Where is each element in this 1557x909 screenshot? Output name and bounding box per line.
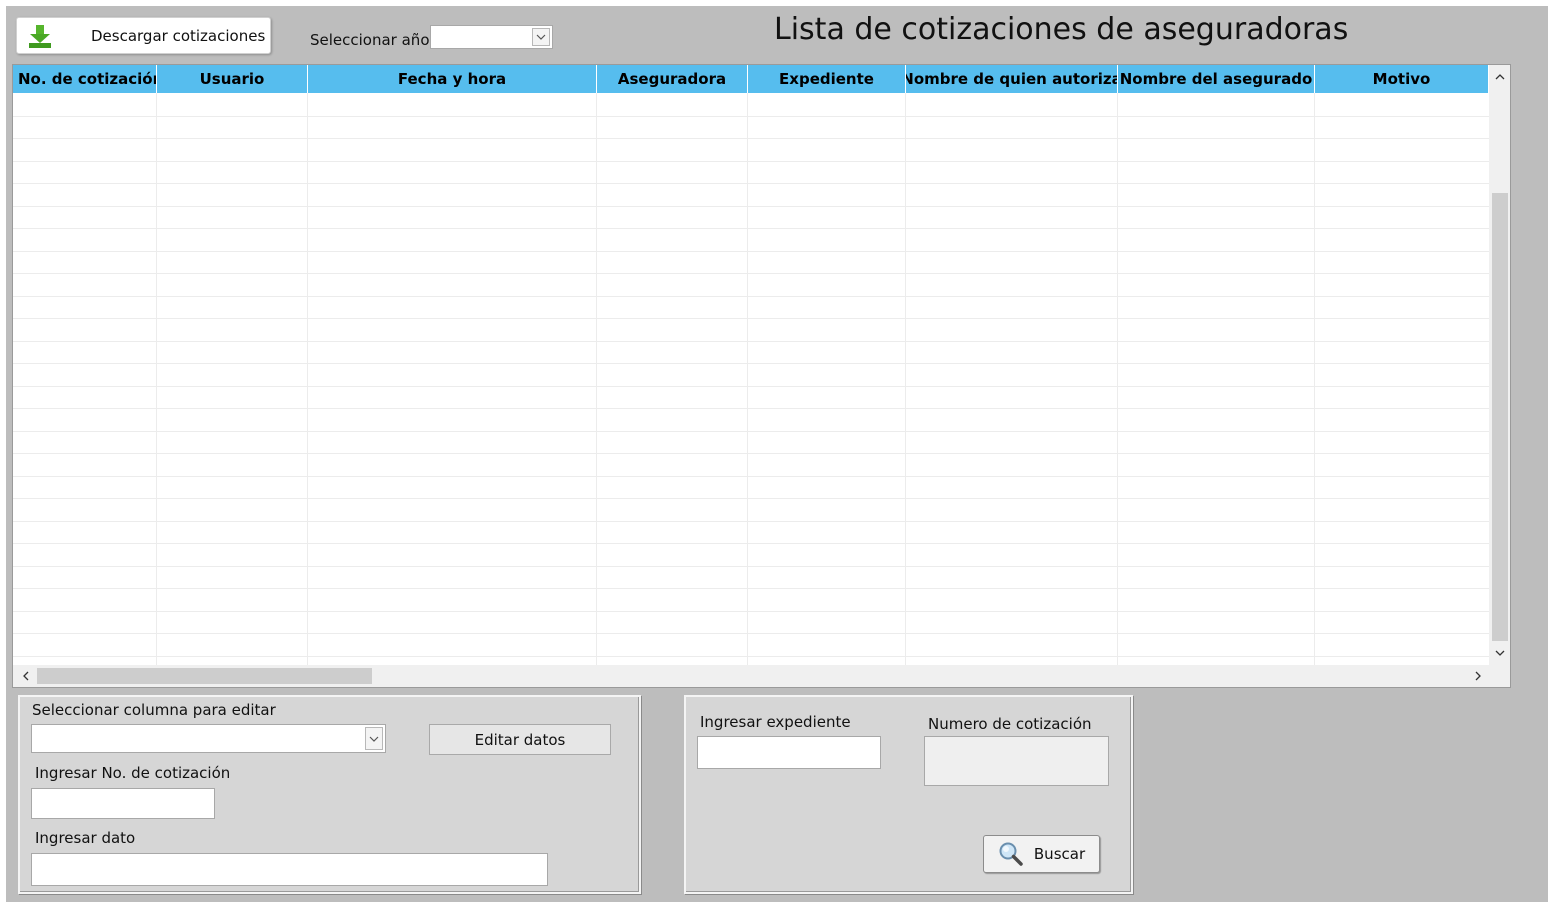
row-gridline bbox=[13, 408, 1489, 409]
row-gridline bbox=[13, 318, 1489, 319]
row-gridline bbox=[13, 116, 1489, 117]
column-select-label: Seleccionar columna para editar bbox=[32, 701, 276, 719]
column-header-user[interactable]: Usuario bbox=[157, 65, 308, 93]
quote-number-label: Numero de cotización bbox=[928, 715, 1092, 733]
row-gridline bbox=[13, 341, 1489, 342]
search-button[interactable]: Buscar bbox=[983, 835, 1100, 873]
expediente-input[interactable] bbox=[697, 736, 881, 769]
row-gridline bbox=[13, 453, 1489, 454]
row-gridline bbox=[13, 633, 1489, 634]
row-gridline bbox=[13, 228, 1489, 229]
row-gridline bbox=[13, 138, 1489, 139]
expediente-label: Ingresar expediente bbox=[700, 713, 851, 731]
row-gridline bbox=[13, 588, 1489, 589]
vertical-scroll-thumb[interactable] bbox=[1492, 193, 1508, 641]
quote-no-label: Ingresar No. de cotización bbox=[35, 764, 231, 782]
row-gridline bbox=[13, 296, 1489, 297]
row-gridline bbox=[13, 521, 1489, 522]
row-gridline bbox=[13, 543, 1489, 544]
row-gridline bbox=[13, 431, 1489, 432]
column-gridline bbox=[156, 93, 157, 665]
column-gridline bbox=[1314, 93, 1315, 665]
scroll-down-icon[interactable] bbox=[1489, 643, 1510, 663]
column-gridline bbox=[905, 93, 906, 665]
row-gridline bbox=[13, 161, 1489, 162]
year-select[interactable] bbox=[430, 25, 553, 49]
column-gridline bbox=[747, 93, 748, 665]
horizontal-scrollbar[interactable] bbox=[13, 665, 1510, 687]
column-header-quote-no[interactable]: No. de cotización bbox=[13, 65, 157, 93]
horizontal-scroll-thumb[interactable] bbox=[37, 668, 372, 684]
page-title: Lista de cotizaciones de aseguradoras bbox=[774, 12, 1349, 47]
column-header-reason[interactable]: Motivo bbox=[1315, 65, 1489, 93]
table-header: No. de cotización Usuario Fecha y hora A… bbox=[13, 65, 1489, 93]
year-select-label: Seleccionar año bbox=[310, 31, 430, 49]
scroll-right-icon[interactable] bbox=[1467, 665, 1489, 687]
quote-no-input[interactable] bbox=[31, 788, 215, 819]
chevron-down-icon[interactable] bbox=[365, 727, 383, 750]
data-input-label: Ingresar dato bbox=[35, 829, 136, 847]
column-header-expediente[interactable]: Expediente bbox=[748, 65, 906, 93]
column-header-insurer[interactable]: Aseguradora bbox=[597, 65, 748, 93]
search-panel: Ingresar expediente Numero de cotización… bbox=[684, 695, 1133, 894]
row-gridline bbox=[13, 183, 1489, 184]
column-header-datetime[interactable]: Fecha y hora bbox=[308, 65, 597, 93]
column-gridline bbox=[1117, 93, 1118, 665]
row-gridline bbox=[13, 363, 1489, 364]
column-select[interactable] bbox=[31, 724, 386, 753]
data-input[interactable] bbox=[31, 853, 548, 886]
magnifier-icon bbox=[998, 841, 1024, 867]
scroll-left-icon[interactable] bbox=[15, 665, 37, 687]
row-gridline bbox=[13, 566, 1489, 567]
row-gridline bbox=[13, 656, 1489, 657]
column-gridline bbox=[596, 93, 597, 665]
window-edge bbox=[1548, 0, 1557, 909]
vertical-scrollbar[interactable] bbox=[1489, 65, 1510, 665]
row-gridline bbox=[13, 611, 1489, 612]
quote-number-output bbox=[924, 736, 1109, 786]
download-quotes-button[interactable]: Descargar cotizaciones bbox=[16, 17, 271, 54]
download-quotes-label: Descargar cotizaciones bbox=[91, 26, 266, 45]
download-arrow-icon bbox=[25, 21, 55, 51]
row-gridline bbox=[13, 498, 1489, 499]
quotes-table[interactable]: No. de cotización Usuario Fecha y hora A… bbox=[12, 64, 1511, 688]
search-button-label: Buscar bbox=[1033, 845, 1086, 863]
column-header-insured-name[interactable]: Nombre del asegurado bbox=[1118, 65, 1315, 93]
edit-panel: Seleccionar columna para editar Editar d… bbox=[18, 695, 641, 894]
table-body[interactable] bbox=[13, 93, 1489, 665]
column-header-authorizer[interactable]: Nombre de quien autoriza bbox=[906, 65, 1118, 93]
scroll-up-icon[interactable] bbox=[1489, 67, 1510, 87]
row-gridline bbox=[13, 206, 1489, 207]
edit-data-button[interactable]: Editar datos bbox=[429, 724, 611, 755]
row-gridline bbox=[13, 476, 1489, 477]
column-gridline bbox=[307, 93, 308, 665]
row-gridline bbox=[13, 386, 1489, 387]
row-gridline bbox=[13, 251, 1489, 252]
chevron-down-icon[interactable] bbox=[532, 28, 550, 46]
row-gridline bbox=[13, 273, 1489, 274]
